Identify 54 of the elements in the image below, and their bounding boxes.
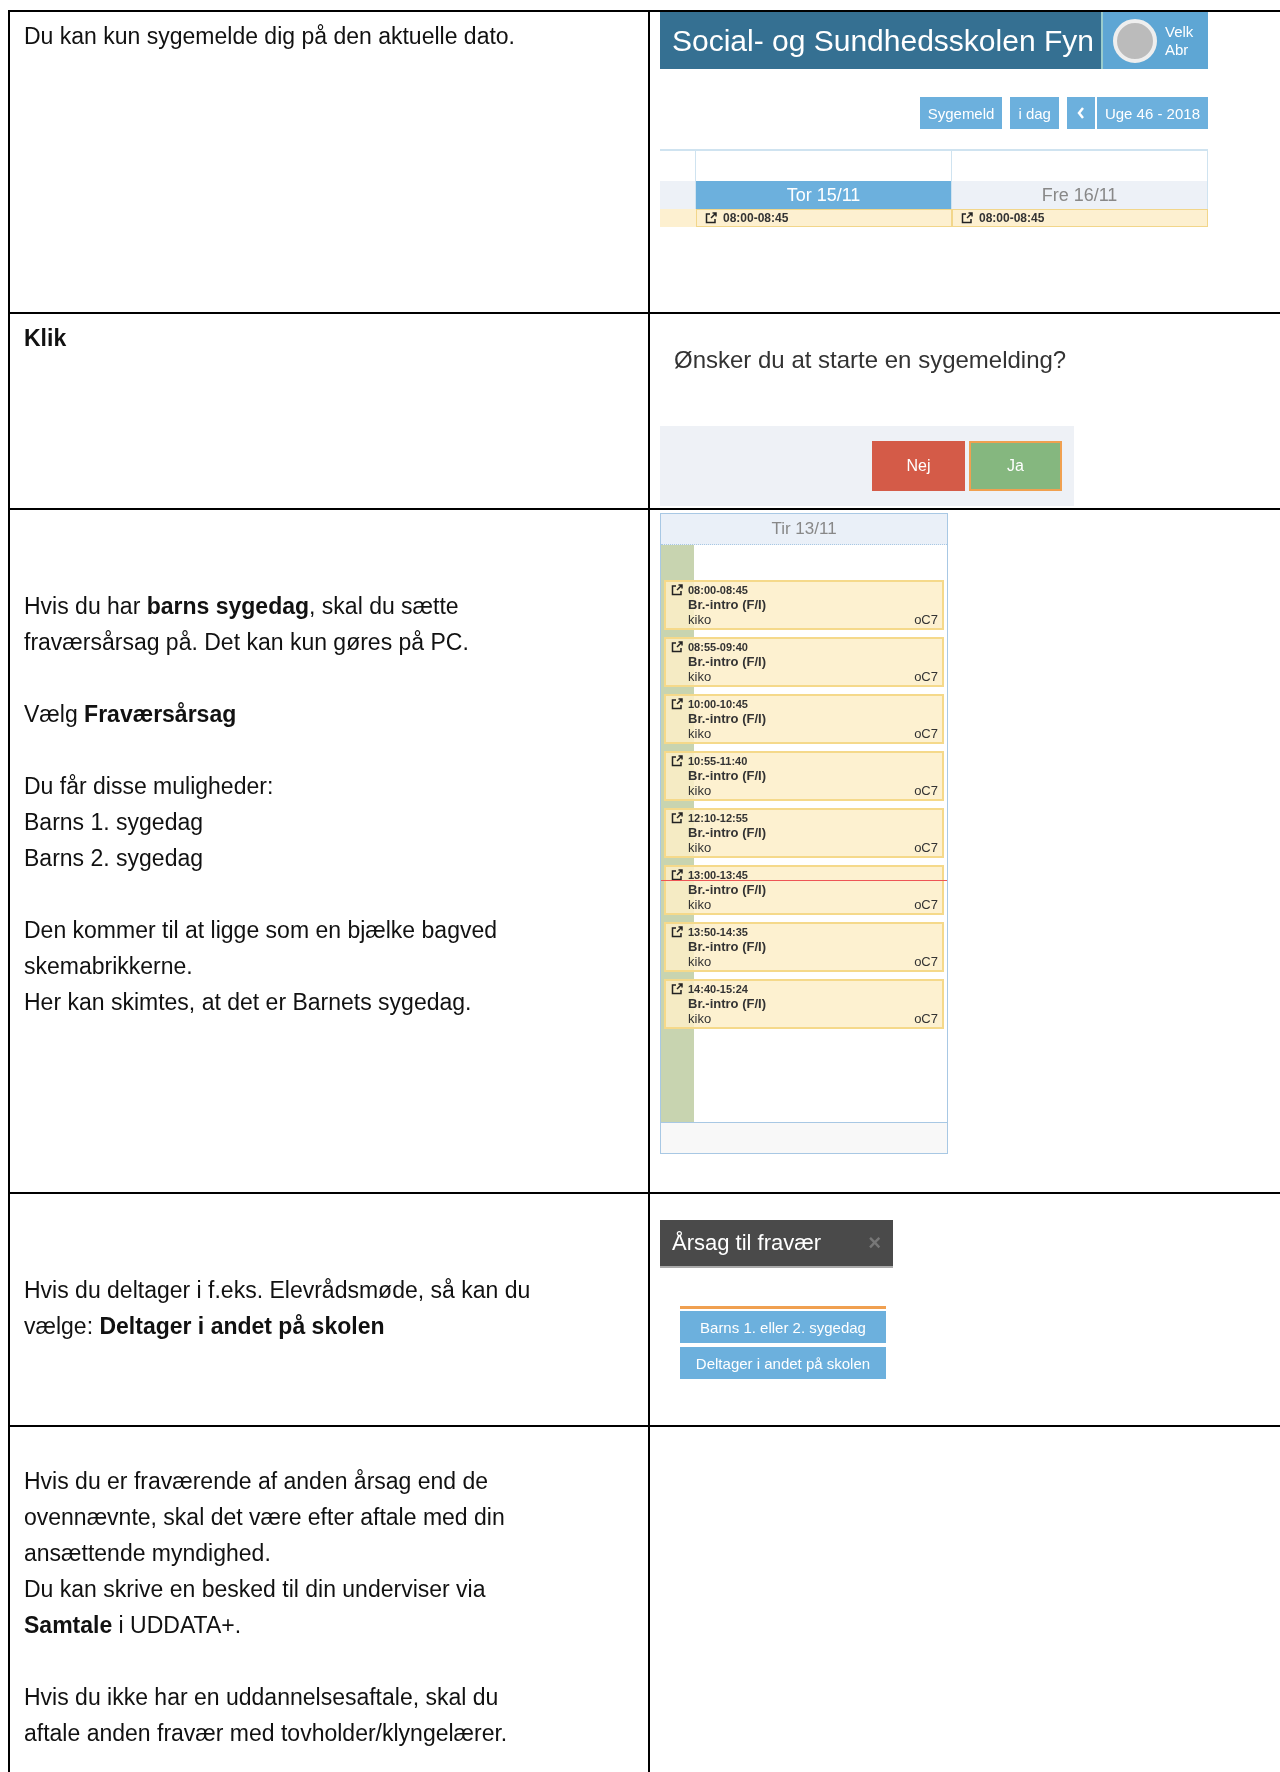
avatar-icon (1113, 18, 1157, 63)
time-column-cell (660, 209, 696, 227)
school-title: Social- og Sundhedsskolen Fyn (660, 12, 1101, 69)
instruction-text: Du kan skrive en besked til din underviser via (24, 1575, 487, 1604)
event-time: 08:00-08:45 (723, 211, 789, 225)
dialog-question: Ønsker du at starte en sygemelding? (673, 345, 1068, 375)
dialog-title: Årsag til fravær (672, 1230, 822, 1256)
instruction-text: Hvis du ikke har en uddannelsesaftale, skal du (24, 1683, 500, 1712)
chevron-left-icon (1076, 107, 1085, 119)
lesson-event[interactable]: 13:50-14:35 Br.-intro (F/I) kiko oC7 (664, 922, 944, 972)
greeting-text: Velk (1165, 22, 1194, 41)
previous-button[interactable] (1066, 97, 1095, 129)
instruction-text: Hvis du er fraværende af anden årsag end de (24, 1467, 490, 1496)
edit-icon (671, 584, 683, 596)
instruction-text: Hvis du deltager i f.eks. Elevrådsmøde, så kan du (24, 1276, 532, 1305)
lesson-event[interactable]: 08:55-09:40 Br.-intro (F/I) kiko oC7 (664, 637, 944, 687)
instruction-text: Den kommer til at ligge som en bjælke bagved (24, 916, 498, 945)
edit-icon (671, 869, 683, 881)
time-column-header (660, 181, 696, 209)
instruction-text: Her kan skimtes, at det er Barnets sygedag. (24, 988, 473, 1017)
no-button[interactable]: Nej (872, 441, 965, 491)
edit-icon (961, 212, 973, 224)
edit-icon (671, 812, 683, 824)
instruction-text: ansættende myndighed. (24, 1539, 272, 1568)
lesson-event[interactable]: 08:00-08:45 (952, 209, 1208, 227)
instruction-text: vælge: Deltager i andet på skolen (24, 1312, 386, 1341)
lesson-event[interactable]: 10:55-11:40 Br.-intro (F/I) kiko oC7 (664, 751, 944, 801)
instruction-text: Du kan kun sygemelde dig på den aktuelle dato. (24, 22, 516, 51)
day-header: Tir 13/11 (661, 514, 947, 545)
instruction-text: Du får disse muligheder: (24, 772, 275, 801)
instruction-text: ovennævnte, skal det være efter aftale med din (24, 1503, 506, 1532)
instruction-text: fraværsårsag på. Det kan kun gøres på PC. (24, 628, 470, 657)
lesson-event[interactable]: 12:10-12:55 Br.-intro (F/I) kiko oC7 (664, 808, 944, 858)
instruction-text: Klik (24, 324, 68, 353)
edit-icon (671, 755, 683, 767)
instruction-text: Vælg Fraværsårsag (24, 700, 238, 729)
edit-icon (671, 926, 683, 938)
lesson-event[interactable]: 08:00-08:45 (696, 209, 952, 227)
edit-icon (671, 698, 683, 710)
edit-icon (671, 983, 683, 995)
event-time: 08:00-08:45 (979, 211, 1045, 225)
instruction-text: Barns 1. sygedag (24, 808, 204, 837)
instruction-text: skemabrikkerne. (24, 952, 194, 981)
lesson-event[interactable]: 14:40-15:24 Br.-intro (F/I) kiko oC7 (664, 979, 944, 1029)
lesson-event[interactable]: 10:00-10:45 Br.-intro (F/I) kiko oC7 (664, 694, 944, 744)
instruction-text: aftale anden fravær med tovholder/klyngelærer. (24, 1719, 509, 1748)
lesson-event[interactable]: 08:00-08:45 Br.-intro (F/I) kiko oC7 (664, 580, 944, 630)
instruction-text: Hvis du har barns sygedag, skal du sætte (24, 592, 460, 621)
edit-icon (705, 212, 717, 224)
greeting-text: Abr (1165, 40, 1190, 59)
edit-icon (671, 641, 683, 653)
instruction-text: Samtale i UDDATA+. (24, 1611, 243, 1640)
lesson-event[interactable]: 13:00-13:45 Br.-intro (F/I) kiko oC7 (664, 865, 944, 915)
instruction-text: Barns 2. sygedag (24, 844, 204, 873)
